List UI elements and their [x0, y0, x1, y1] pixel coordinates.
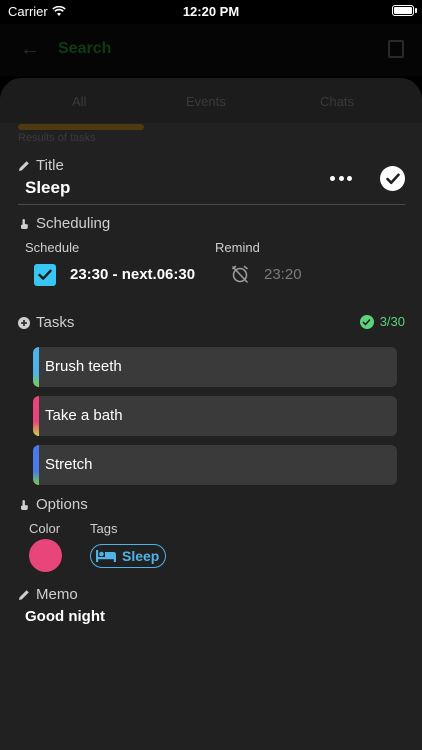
tasks-label: Tasks — [36, 314, 75, 331]
touch-icon — [21, 218, 28, 229]
background-result-bar — [18, 124, 144, 130]
tags-label: Tags — [90, 521, 118, 536]
battery-icon — [392, 5, 414, 16]
memo-section-label: Memo — [18, 586, 78, 603]
title-section-label: Title — [18, 157, 64, 174]
status-time: 12:20 PM — [182, 4, 240, 19]
task-color-stripe — [33, 396, 39, 436]
task-item-take-a-bath[interactable]: Take a bath — [33, 396, 397, 436]
color-label: Color — [29, 521, 61, 536]
options-section-label: Options — [18, 496, 88, 513]
remind-time-value[interactable]: 23:20 — [264, 266, 302, 283]
tasks-count-label: 3/30 — [379, 314, 405, 329]
background-tab-all: All — [72, 94, 87, 109]
schedule-time-value[interactable]: 23:30 - next.06:30 — [70, 266, 195, 283]
tasks-progress: 3/30 — [359, 314, 405, 329]
task-label: Take a bath — [45, 407, 123, 424]
task-color-stripe — [33, 347, 39, 387]
more-options-icon[interactable] — [330, 170, 352, 186]
title-divider — [18, 204, 405, 205]
schedule-checkbox[interactable] — [34, 264, 56, 286]
background-tab-events: Events — [186, 94, 226, 109]
battery-cap — [415, 8, 417, 13]
tag-label: Sleep — [122, 548, 160, 564]
background-nav-bar: ← Search — [0, 24, 422, 76]
pencil-icon — [19, 160, 29, 171]
background-tab-bar: All Events Chats — [0, 78, 422, 123]
status-bar: Carrier 12:20 PM — [0, 0, 422, 24]
schedule-label: Schedule — [25, 240, 80, 255]
background-menu-icon — [388, 40, 404, 58]
pencil-icon — [19, 589, 29, 600]
background-tab-chats: Chats — [320, 94, 354, 109]
background-result-text: Results of tasks — [18, 132, 96, 144]
task-item-stretch[interactable]: Stretch — [33, 445, 397, 485]
remind-label: Remind — [215, 240, 260, 255]
confirm-check-icon[interactable] — [380, 166, 405, 191]
task-item-brush-teeth[interactable]: Brush teeth — [33, 347, 397, 387]
scheduling-section-label: Scheduling — [18, 215, 110, 232]
touch-icon — [21, 499, 28, 510]
task-label: Stretch — [45, 456, 93, 473]
task-label: Brush teeth — [45, 358, 122, 375]
bed-icon — [96, 550, 116, 562]
memo-label: Memo — [36, 586, 78, 603]
back-arrow-icon: ← — [20, 38, 40, 60]
task-detail-sheet: All Events Chats Results of tasks Title … — [0, 78, 422, 750]
title-label: Title — [36, 157, 64, 174]
alarm-off-icon[interactable] — [230, 264, 250, 284]
add-circle-icon[interactable] — [18, 316, 30, 329]
tasks-section-label: Tasks — [18, 314, 74, 331]
title-value[interactable]: Sleep — [25, 178, 70, 198]
memo-value[interactable]: Good night — [25, 608, 105, 625]
background-nav-title: Search — [58, 40, 112, 57]
scheduling-label: Scheduling — [36, 215, 111, 232]
check-circle-icon — [359, 314, 374, 329]
tag-chip-sleep[interactable]: Sleep — [90, 544, 167, 568]
color-swatch[interactable] — [29, 539, 62, 572]
options-label: Options — [36, 496, 88, 513]
task-color-stripe — [33, 445, 39, 485]
